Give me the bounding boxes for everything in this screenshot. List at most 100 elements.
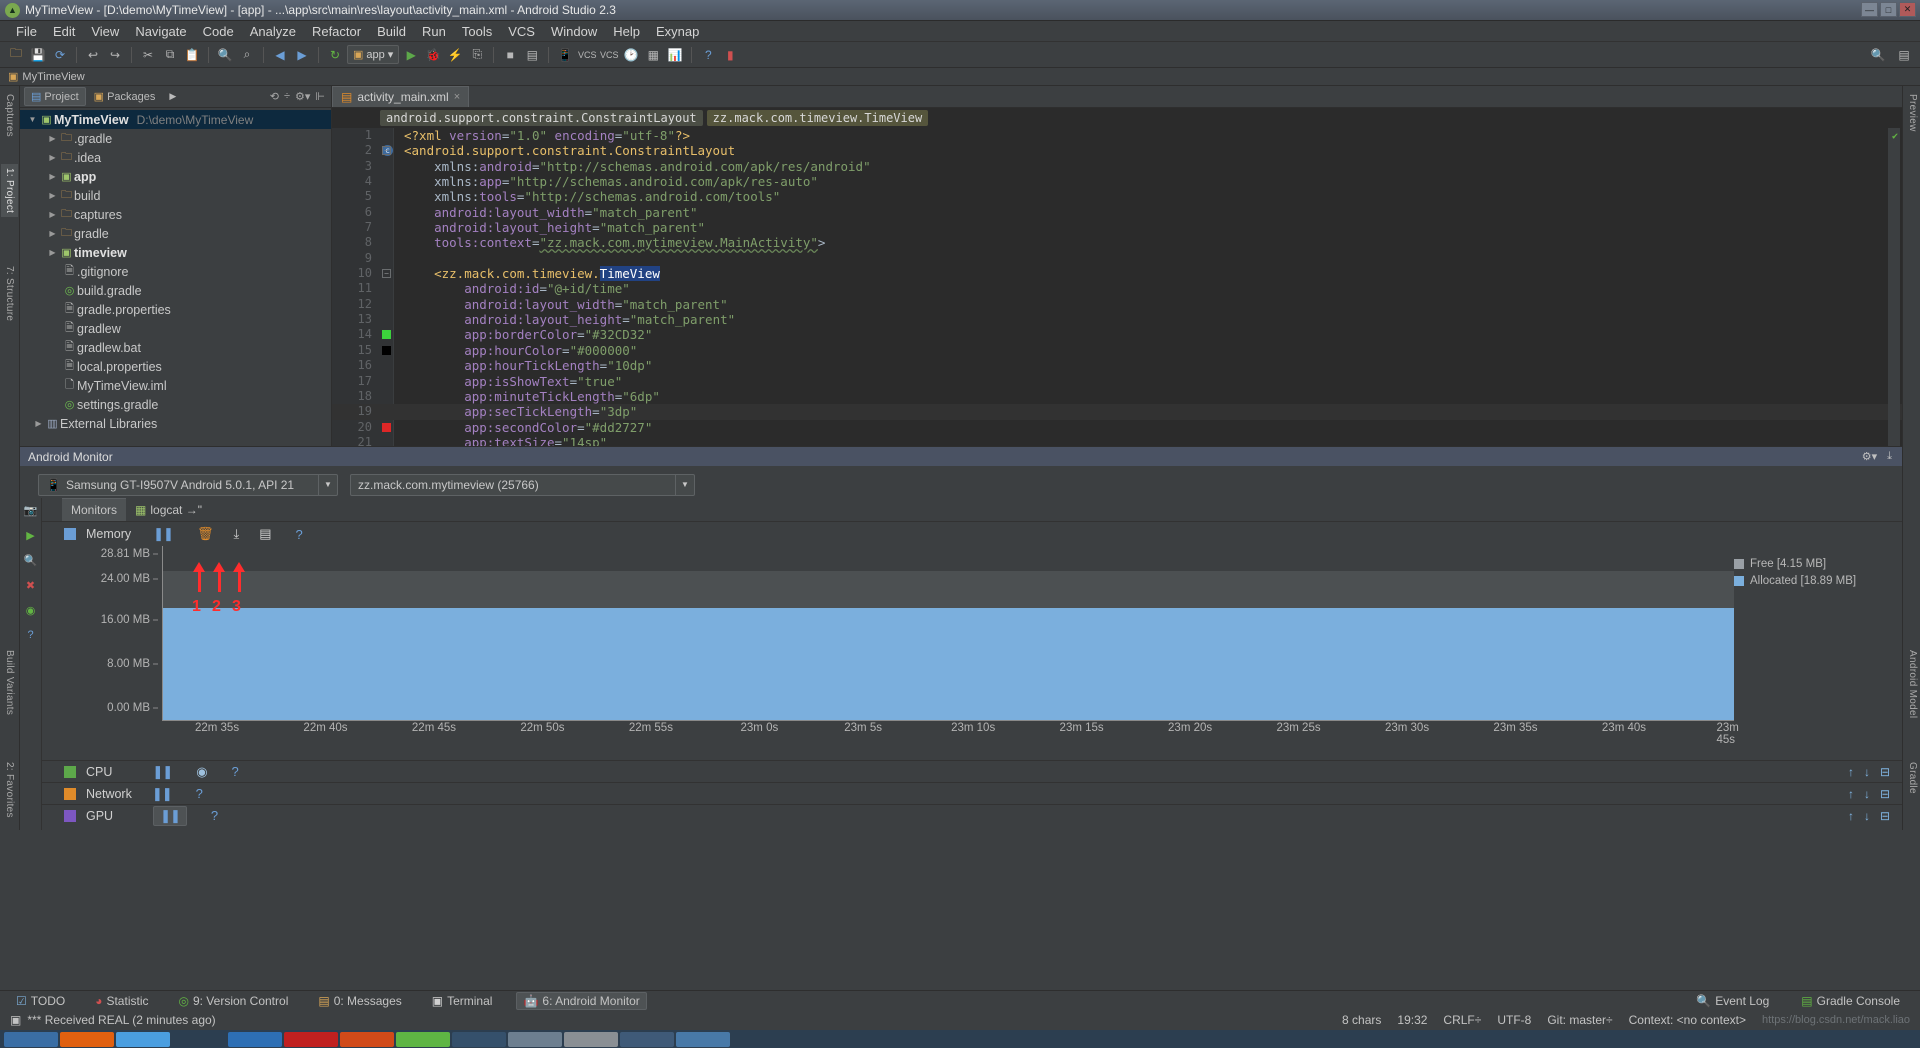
- gear-icon[interactable]: ⚙▾: [1862, 450, 1877, 463]
- tree-row-gradlew-bat[interactable]: 🗎 gradlew.bat: [20, 338, 331, 357]
- paste-icon[interactable]: 📋: [182, 45, 202, 65]
- expand-arrow-icon[interactable]: ▼: [26, 115, 39, 124]
- tool-window-structure[interactable]: 7: Structure: [1, 262, 18, 325]
- menu-item-window[interactable]: Window: [543, 22, 605, 41]
- bottom-tab-todo[interactable]: ☑ TODO: [10, 993, 71, 1009]
- layout-toggle-icon[interactable]: ▤: [1894, 45, 1914, 65]
- tree-row-settings-gradle[interactable]: ◎ settings.gradle: [20, 395, 331, 414]
- menu-item-analyze[interactable]: Analyze: [242, 22, 304, 41]
- memory-pause-button[interactable]: ❚❚: [153, 526, 174, 542]
- expand-arrow-icon[interactable]: ▶: [46, 134, 59, 143]
- scroll-down-icon[interactable]: ↓: [1864, 787, 1870, 801]
- tree-row-local-properties[interactable]: 🗎 local.properties: [20, 357, 331, 376]
- caret-position[interactable]: 19:32: [1397, 1013, 1427, 1027]
- tab-logcat[interactable]: ▦ logcat →": [126, 498, 211, 521]
- search-everywhere-icon[interactable]: 🔍: [1868, 45, 1888, 65]
- code-line[interactable]: 2 c − <android.support.constraint.Constrain…: [332, 143, 1902, 158]
- tool-window-project[interactable]: 1: Project: [1, 164, 18, 218]
- chevron-down-icon[interactable]: ▼: [318, 474, 337, 495]
- terminate-icon[interactable]: ✖: [26, 579, 35, 592]
- code-line[interactable]: 11 android:id="@+id/time": [332, 281, 1902, 296]
- system-info-icon[interactable]: ◉: [26, 604, 36, 617]
- tree-row-external-libraries[interactable]: ▶ ▥ External Libraries: [20, 414, 331, 433]
- bookmark-icon[interactable]: ▮: [720, 45, 740, 65]
- menu-item-vcs[interactable]: VCS: [500, 22, 543, 41]
- fold-toggle-icon[interactable]: −: [382, 146, 391, 156]
- expand-arrow-icon[interactable]: ▶: [46, 191, 59, 200]
- screen-record-icon[interactable]: ▶: [26, 529, 34, 542]
- vcs-update-icon[interactable]: VCS: [577, 45, 597, 65]
- status-message[interactable]: *** Received REAL (2 minutes ago): [27, 1013, 215, 1027]
- forward-icon[interactable]: ▶: [292, 45, 312, 65]
- instant-run-icon[interactable]: ⚡: [445, 45, 465, 65]
- tool-window-android-model[interactable]: Android Model: [1904, 646, 1920, 722]
- menu-item-exynap[interactable]: Exynap: [648, 22, 707, 41]
- run-icon[interactable]: ▶: [401, 45, 421, 65]
- bottom-tab-version-control[interactable]: ◎ 9: Version Control: [172, 993, 294, 1009]
- taskbar-app[interactable]: [228, 1031, 282, 1047]
- code-line[interactable]: 1 <?xml version="1.0" encoding="utf-8"?>: [332, 128, 1902, 143]
- tree-row-gradle-properties[interactable]: 🗎 gradle.properties: [20, 300, 331, 319]
- tool-window-preview[interactable]: Preview: [1904, 90, 1920, 136]
- vcs-commit-icon[interactable]: VCS: [599, 45, 619, 65]
- expand-arrow-icon[interactable]: ▶: [32, 419, 45, 428]
- scroll-down-icon[interactable]: ↓: [1864, 765, 1870, 779]
- cpu-record-icon[interactable]: ◉: [196, 764, 207, 780]
- window-controls[interactable]: — □ ✕: [1861, 2, 1916, 17]
- tab-monitors[interactable]: Monitors: [62, 498, 127, 521]
- taskbar-app[interactable]: [676, 1031, 730, 1047]
- breadcrumb-timeview[interactable]: zz.mack.com.timeview.TimeView: [706, 110, 929, 126]
- screenshot-icon[interactable]: 📷: [24, 504, 38, 517]
- undo-icon[interactable]: ↩: [83, 45, 103, 65]
- color-swatch-gutter-icon[interactable]: [382, 422, 391, 432]
- taskbar-app[interactable]: [172, 1031, 226, 1047]
- code-line[interactable]: 3 xmlns:android="http://schemas.android.…: [332, 159, 1902, 174]
- expand-arrow-icon[interactable]: ▶: [46, 153, 59, 162]
- replace-icon[interactable]: ⌕: [237, 45, 257, 65]
- code-line[interactable]: 19 app:secTickLength="3dp": [332, 404, 1902, 420]
- code-line[interactable]: 6 android:layout_width="match_parent": [332, 205, 1902, 220]
- hide-panel-icon[interactable]: ⊩: [315, 90, 325, 103]
- menu-item-code[interactable]: Code: [195, 22, 242, 41]
- help-icon[interactable]: ?: [27, 629, 33, 641]
- device-selector[interactable]: 📱 Samsung GT-I9507V Android 5.0.1, API 2…: [38, 473, 338, 496]
- dump-java-heap-icon[interactable]: ⤓: [233, 526, 239, 542]
- code-line[interactable]: 16 app:hourTickLength="10dp": [332, 358, 1902, 373]
- taskbar-app[interactable]: [396, 1031, 450, 1047]
- tree-row-timeview[interactable]: ▶ ▣ timeview: [20, 243, 331, 262]
- expand-arrow-icon[interactable]: ▶: [46, 248, 59, 257]
- menu-item-help[interactable]: Help: [605, 22, 648, 41]
- color-swatch-gutter-icon[interactable]: [382, 345, 391, 355]
- scroll-up-icon[interactable]: ↑: [1848, 787, 1854, 801]
- memory-help-icon[interactable]: ?: [296, 527, 303, 542]
- cpu-panel-header[interactable]: CPU ❚❚ ◉ ? ↑ ↓ ⊟: [42, 760, 1902, 782]
- maximize-button[interactable]: □: [1880, 2, 1897, 17]
- tree-row-gitignore[interactable]: 🗎 .gitignore: [20, 262, 331, 281]
- scroll-up-icon[interactable]: ↑: [1848, 765, 1854, 779]
- code-line[interactable]: 20 app:secondColor="#dd2727": [332, 420, 1902, 435]
- help-icon[interactable]: ?: [698, 45, 718, 65]
- taskbar-app[interactable]: [508, 1031, 562, 1047]
- back-icon[interactable]: ◀: [270, 45, 290, 65]
- code-line[interactable]: 17 app:isShowText="true": [332, 374, 1902, 389]
- code-editor[interactable]: 1 <?xml version="1.0" encoding="utf-8"?> 2…: [332, 128, 1902, 446]
- project-tree[interactable]: ▼ ▣ MyTimeView D:\demo\MyTimeView ▶ 🗀 .g…: [20, 108, 331, 433]
- code-line[interactable]: 12 android:layout_width="match_parent": [332, 297, 1902, 312]
- layout-inspector-icon[interactable]: 🔍: [24, 554, 38, 567]
- tool-window-captures[interactable]: Captures: [1, 90, 18, 141]
- tab-packages[interactable]: ▣ Packages: [88, 88, 162, 105]
- gradle-sync-icon[interactable]: ↻: [325, 45, 345, 65]
- code-line[interactable]: 8 tools:context="zz.mack.com.mytimeview.…: [332, 235, 1902, 250]
- save-all-icon[interactable]: 💾: [28, 45, 48, 65]
- menu-item-refactor[interactable]: Refactor: [304, 22, 369, 41]
- tree-row-build[interactable]: ▶ 🗀 build: [20, 186, 331, 205]
- gradle-console-button[interactable]: ▤ Gradle Console: [1795, 993, 1906, 1009]
- line-separator[interactable]: CRLF÷: [1443, 1013, 1481, 1027]
- expand-arrow-icon[interactable]: ▶: [46, 229, 59, 238]
- layout-inspector-icon[interactable]: ▦: [643, 45, 663, 65]
- taskbar-app[interactable]: [340, 1031, 394, 1047]
- tool-window-favorites[interactable]: 2: Favorites: [1, 758, 18, 822]
- memory-chart-plot[interactable]: [162, 546, 1734, 721]
- open-folder-icon[interactable]: 🗀: [6, 45, 26, 65]
- tree-row-gradle[interactable]: ▶ 🗀 gradle: [20, 224, 331, 243]
